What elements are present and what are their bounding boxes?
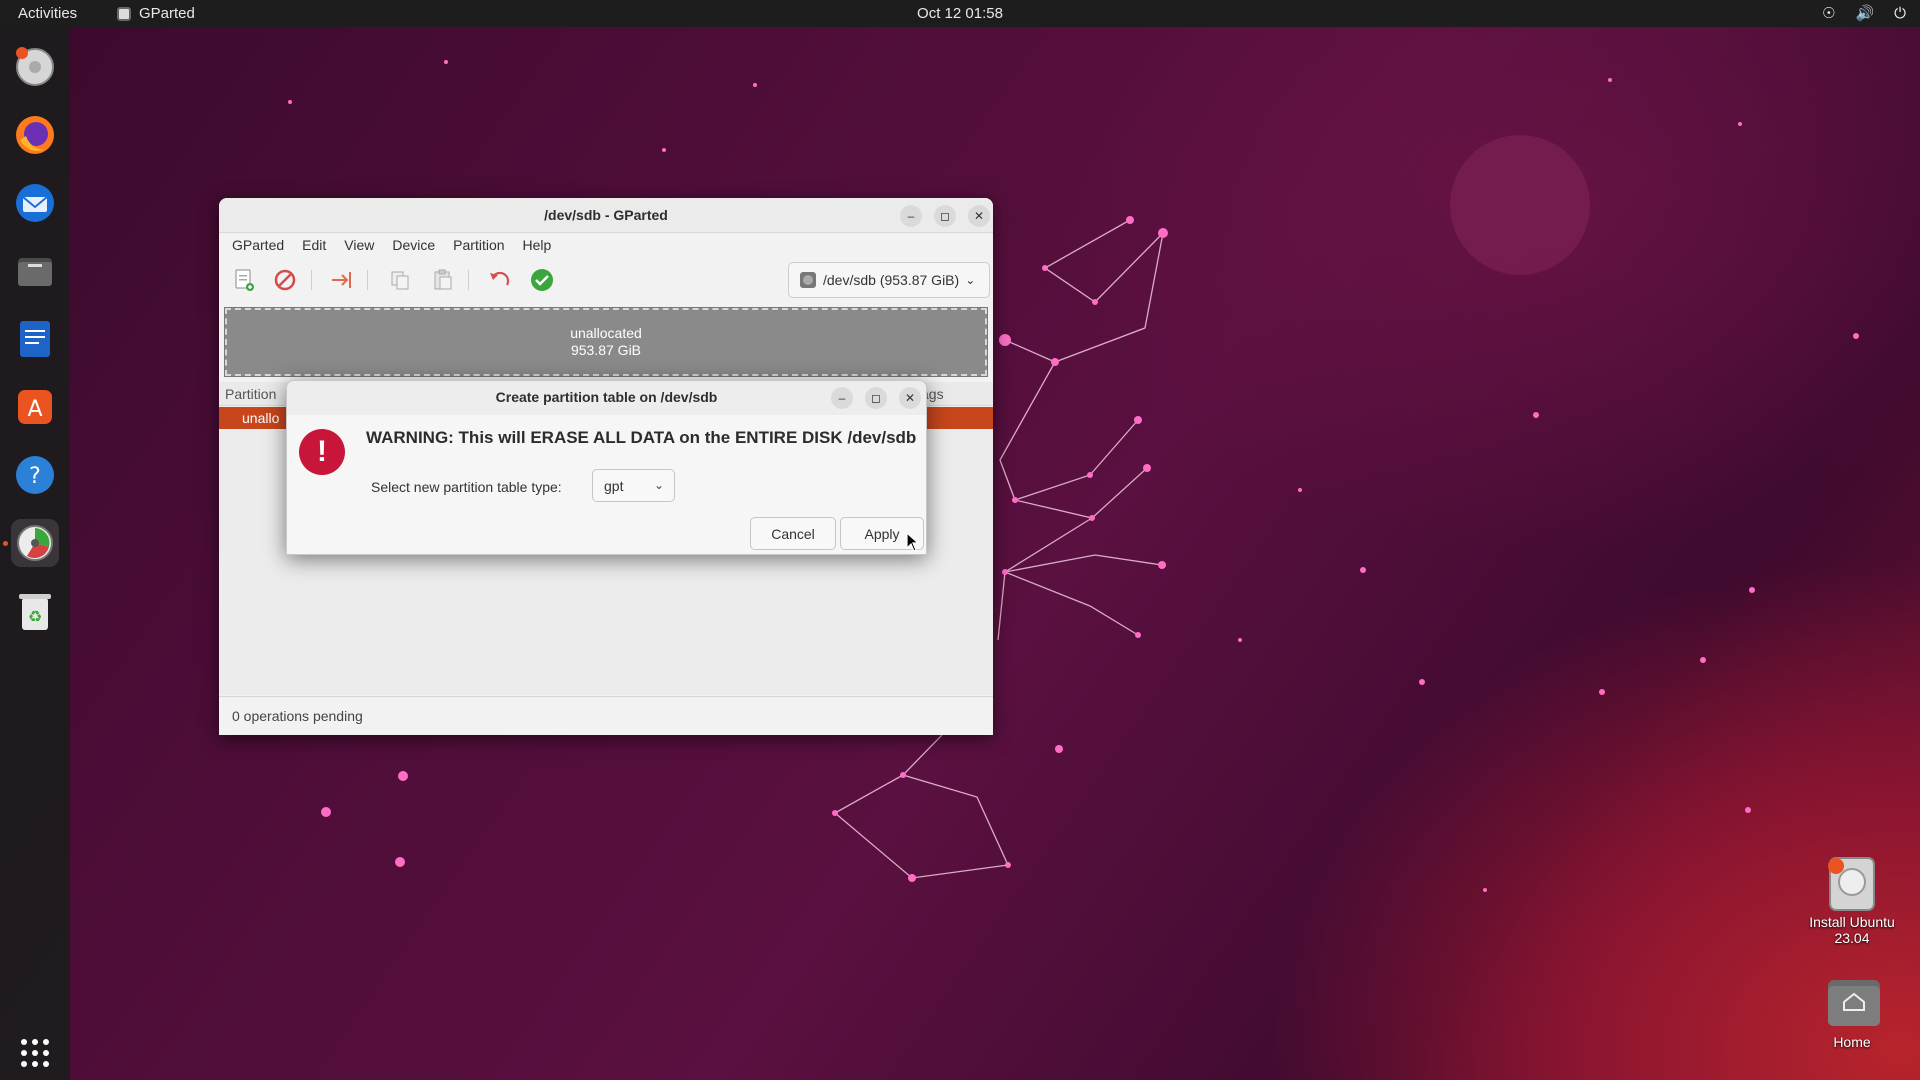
- new-partition-icon[interactable]: [231, 267, 257, 293]
- maximize-button[interactable]: ◻: [934, 205, 956, 227]
- install-ubuntu-label: Install Ubuntu: [1809, 914, 1895, 930]
- status-bar: 0 operations pending: [219, 696, 993, 735]
- menu-partition[interactable]: Partition: [444, 233, 513, 258]
- chevron-down-icon: ⌄: [653, 478, 664, 492]
- running-indicator: [3, 541, 8, 546]
- warning-message: WARNING: This will ERASE ALL DATA on the…: [366, 428, 917, 447]
- toolbar-separator: [367, 270, 368, 290]
- toolbar-separator: [468, 270, 469, 290]
- ubuntu-installer-icon[interactable]: [11, 43, 59, 91]
- cancel-button[interactable]: Cancel: [750, 517, 836, 550]
- menu-view[interactable]: View: [335, 233, 383, 258]
- home-desktop-icon[interactable]: Home: [1797, 976, 1907, 1050]
- home-label: Home: [1833, 1034, 1871, 1050]
- disk-graphic[interactable]: unallocated 953.87 GiB: [224, 307, 988, 377]
- toolbar: /dev/sdb (953.87 GiB) ⌄: [219, 258, 993, 302]
- dialog-titlebar[interactable]: Create partition table on /dev/sdb – ◻ ✕: [287, 381, 926, 415]
- chevron-down-icon: ⌄: [965, 273, 976, 287]
- files-icon[interactable]: [11, 247, 59, 295]
- home-folder-icon: [1826, 976, 1880, 1028]
- top-bar: Activities GParted Oct 12 01:58 ☉ 🔊 ⏻: [0, 0, 1920, 27]
- gparted-titlebar[interactable]: /dev/sdb - GParted – ◻ ✕: [219, 198, 993, 233]
- device-label: /dev/sdb (953.87 GiB): [823, 272, 960, 288]
- clock[interactable]: Oct 12 01:58: [917, 5, 1003, 22]
- app-menu[interactable]: GParted: [117, 5, 195, 22]
- minimize-button[interactable]: –: [900, 205, 922, 227]
- operations-pending: 0 operations pending: [232, 708, 363, 724]
- disk-unallocated-label: unallocated: [570, 325, 642, 341]
- close-button[interactable]: ✕: [968, 205, 990, 227]
- show-apps-icon[interactable]: [11, 1029, 59, 1077]
- partition-name: unallo: [242, 410, 280, 426]
- disk-unallocated-size: 953.87 GiB: [570, 342, 642, 358]
- partition-table-type-label: Select new partition table type:: [371, 479, 562, 495]
- column-partition[interactable]: Partition: [225, 386, 276, 402]
- copy-icon[interactable]: [387, 267, 413, 293]
- activities-button[interactable]: Activities: [18, 5, 77, 22]
- warning-icon: !: [299, 429, 345, 475]
- svg-text:♻: ♻: [28, 607, 42, 626]
- menu-edit[interactable]: Edit: [293, 233, 335, 258]
- install-ubuntu-desktop-icon[interactable]: Install Ubuntu 23.04: [1797, 856, 1907, 946]
- install-ubuntu-version: 23.04: [1834, 930, 1870, 946]
- gparted-icon[interactable]: [11, 519, 59, 567]
- menu-bar: GParted Edit View Device Partition Help: [219, 233, 993, 258]
- device-selector[interactable]: /dev/sdb (953.87 GiB) ⌄: [788, 262, 990, 298]
- firefox-icon[interactable]: [11, 111, 59, 159]
- apply-operations-icon[interactable]: [529, 267, 555, 293]
- dialog-minimize-button[interactable]: –: [831, 387, 853, 409]
- menu-gparted[interactable]: GParted: [223, 233, 293, 258]
- window-title: /dev/sdb - GParted: [544, 207, 668, 223]
- app-center-icon[interactable]: A: [11, 383, 59, 431]
- paste-icon[interactable]: [430, 267, 456, 293]
- create-partition-table-dialog: Create partition table on /dev/sdb – ◻ ✕…: [286, 380, 927, 555]
- menu-device[interactable]: Device: [383, 233, 444, 258]
- system-tray[interactable]: ☉ 🔊 ⏻: [1822, 4, 1906, 23]
- thunderbird-icon[interactable]: [11, 179, 59, 227]
- installer-icon: [1826, 856, 1878, 911]
- mouse-cursor-icon: [906, 532, 920, 552]
- dialog-close-button[interactable]: ✕: [899, 387, 921, 409]
- help-icon[interactable]: ?: [11, 451, 59, 499]
- volume-icon[interactable]: 🔊: [1855, 4, 1874, 22]
- svg-text:A: A: [27, 397, 42, 422]
- svg-text:?: ?: [29, 464, 41, 489]
- libreoffice-writer-icon[interactable]: [11, 315, 59, 363]
- accessibility-icon[interactable]: ☉: [1822, 4, 1835, 22]
- harddisk-icon: [800, 272, 816, 288]
- partition-table-type-value: gpt: [604, 477, 624, 494]
- resize-move-icon[interactable]: [329, 267, 355, 293]
- app-menu-label: GParted: [139, 5, 195, 22]
- dock: A ? ♻: [0, 27, 70, 1080]
- toolbar-separator: [311, 270, 312, 290]
- delete-partition-icon[interactable]: [272, 267, 298, 293]
- undo-icon[interactable]: [486, 267, 512, 293]
- partition-table-type-select[interactable]: gpt ⌄: [592, 469, 675, 502]
- power-icon[interactable]: ⏻: [1894, 5, 1906, 22]
- gparted-small-icon: [117, 6, 131, 21]
- dialog-maximize-button[interactable]: ◻: [865, 387, 887, 409]
- menu-help[interactable]: Help: [514, 233, 561, 258]
- trash-icon[interactable]: ♻: [11, 587, 59, 635]
